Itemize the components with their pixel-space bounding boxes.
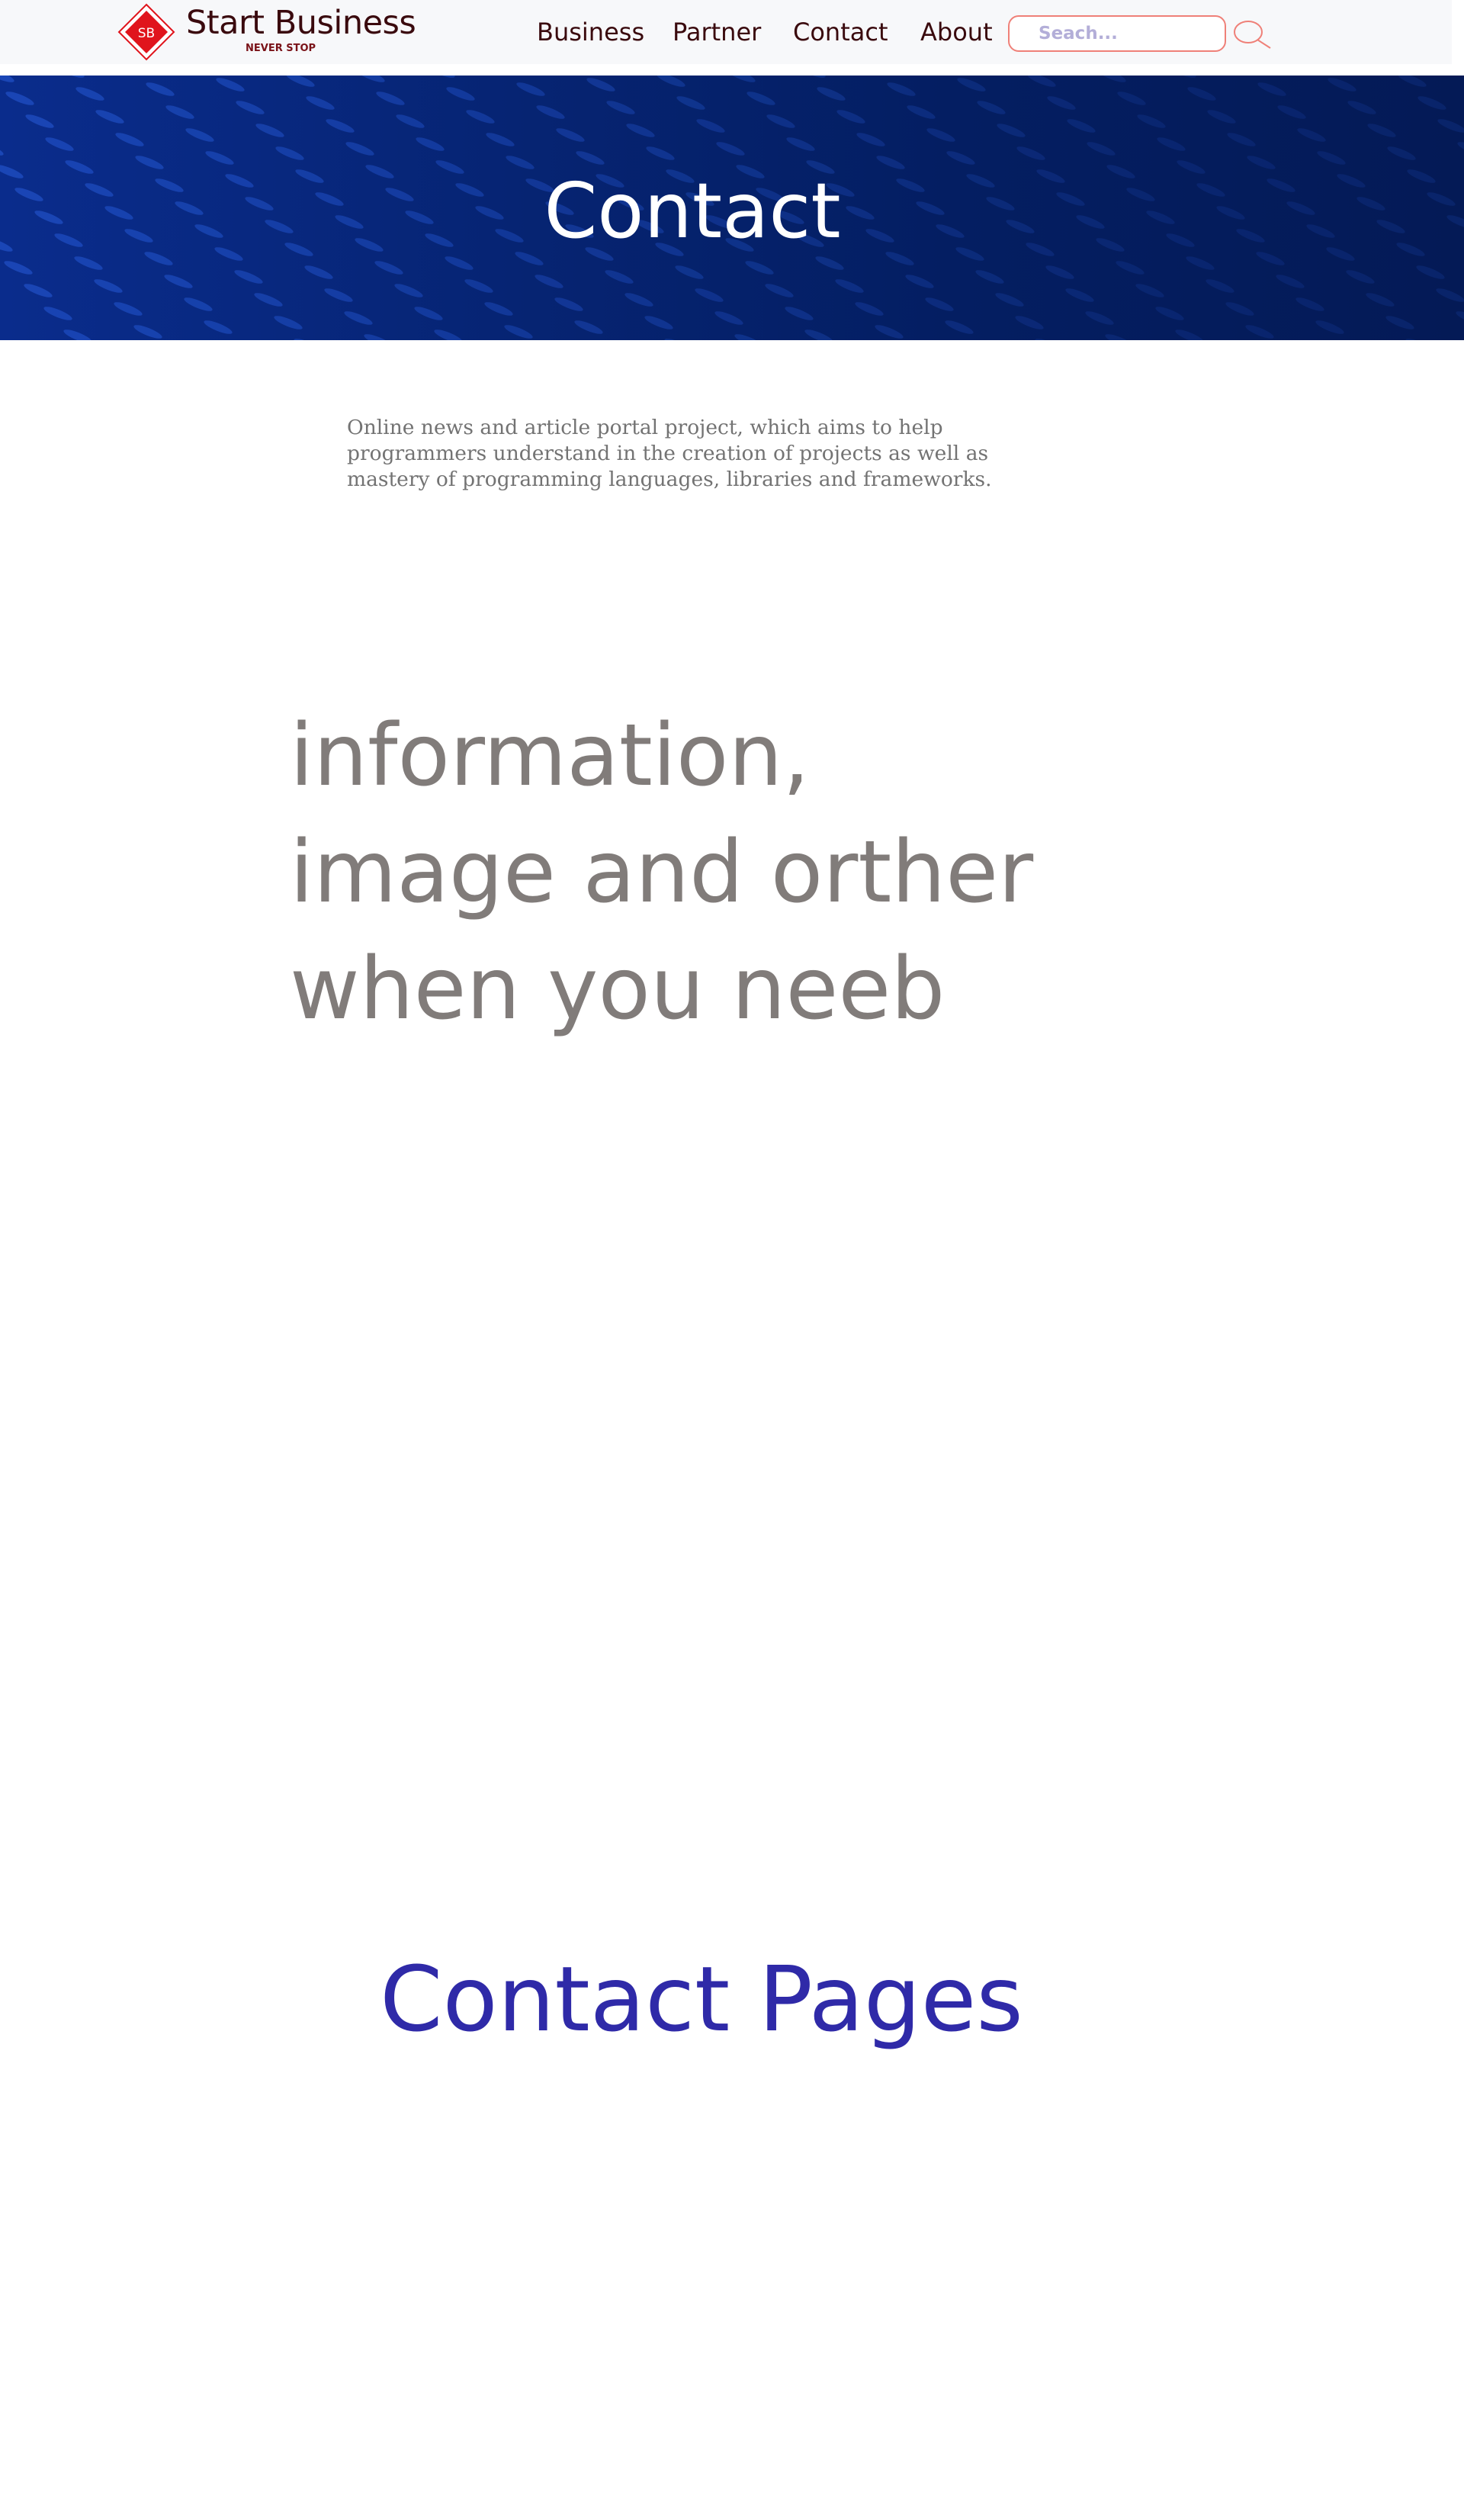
hero-title: Contact — [544, 166, 841, 256]
intro-paragraph: Online news and article portal project, … — [347, 416, 992, 491]
nav-contact[interactable]: Contact — [793, 17, 888, 47]
site-header: SB Start Business NEVER STOP Business Pa… — [0, 0, 1452, 64]
search-icon[interactable] — [1232, 17, 1273, 50]
logo-mark-text: SB — [138, 26, 155, 41]
hero-banner: Contact — [0, 76, 1464, 340]
search-input[interactable] — [1008, 15, 1226, 52]
nav-partner[interactable]: Partner — [673, 17, 761, 47]
nav-business[interactable]: Business — [537, 17, 644, 47]
logo-icon[interactable]: SB — [117, 3, 175, 61]
logo-title[interactable]: Start Business — [186, 2, 416, 44]
contact-pages-title: Contact Pages — [380, 1946, 1023, 2052]
logo-tagline: NEVER STOP — [246, 43, 316, 54]
headline-text: information, image and orther when you n… — [290, 706, 1034, 1039]
nav-about[interactable]: About — [920, 17, 993, 47]
